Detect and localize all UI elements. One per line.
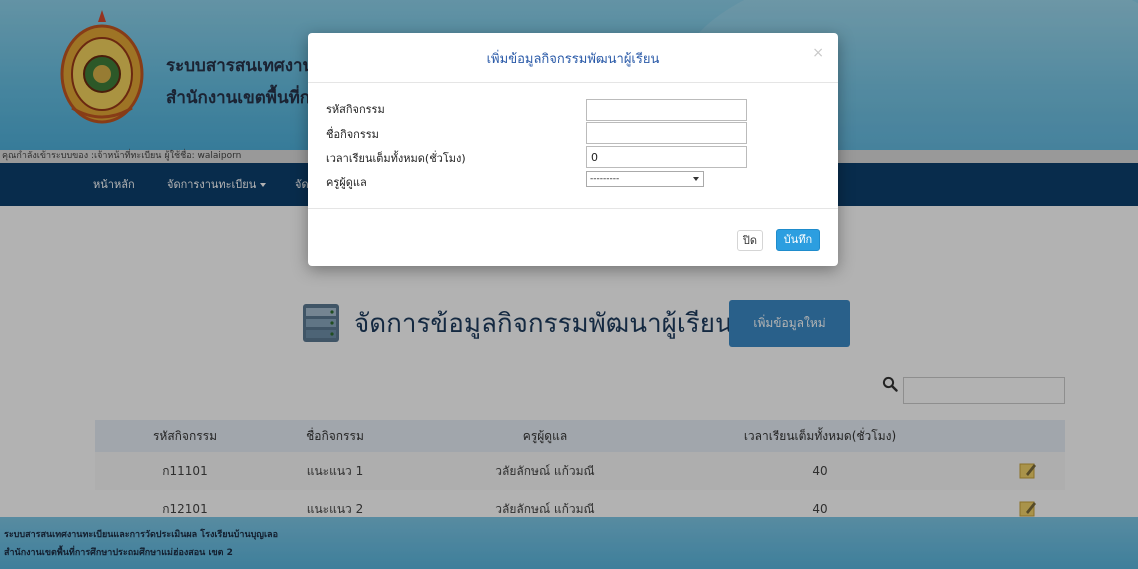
teacher-select-value: --------- [590, 174, 620, 184]
activity-name-label: ชื่อกิจกรรม [326, 128, 379, 141]
modal-footer: ปิด บันทึก [308, 208, 838, 266]
chevron-down-icon [693, 177, 699, 181]
activity-code-input[interactable] [586, 99, 747, 121]
activity-name-input[interactable] [586, 122, 747, 144]
modal-body: รหัสกิจกรรม ชื่อกิจกรรม เวลาเรียนเต็มทั้… [308, 84, 838, 208]
teacher-label: ครูผู้ดูแล [326, 176, 367, 189]
save-button[interactable]: บันทึก [776, 229, 820, 251]
teacher-select[interactable]: --------- [586, 171, 704, 187]
modal-header: เพิ่มข้อมูลกิจกรรมพัฒนาผู้เรียน × [308, 33, 838, 83]
activity-code-label: รหัสกิจกรรม [326, 103, 385, 116]
hours-input[interactable] [586, 146, 747, 168]
close-button[interactable]: ปิด [737, 230, 763, 251]
modal-title: เพิ่มข้อมูลกิจกรรมพัฒนาผู้เรียน [486, 52, 660, 67]
hours-label: เวลาเรียนเต็มทั้งหมด(ชั่วโมง) [326, 152, 466, 165]
close-icon[interactable]: × [812, 45, 824, 61]
add-activity-modal: เพิ่มข้อมูลกิจกรรมพัฒนาผู้เรียน × รหัสกิ… [308, 33, 838, 266]
